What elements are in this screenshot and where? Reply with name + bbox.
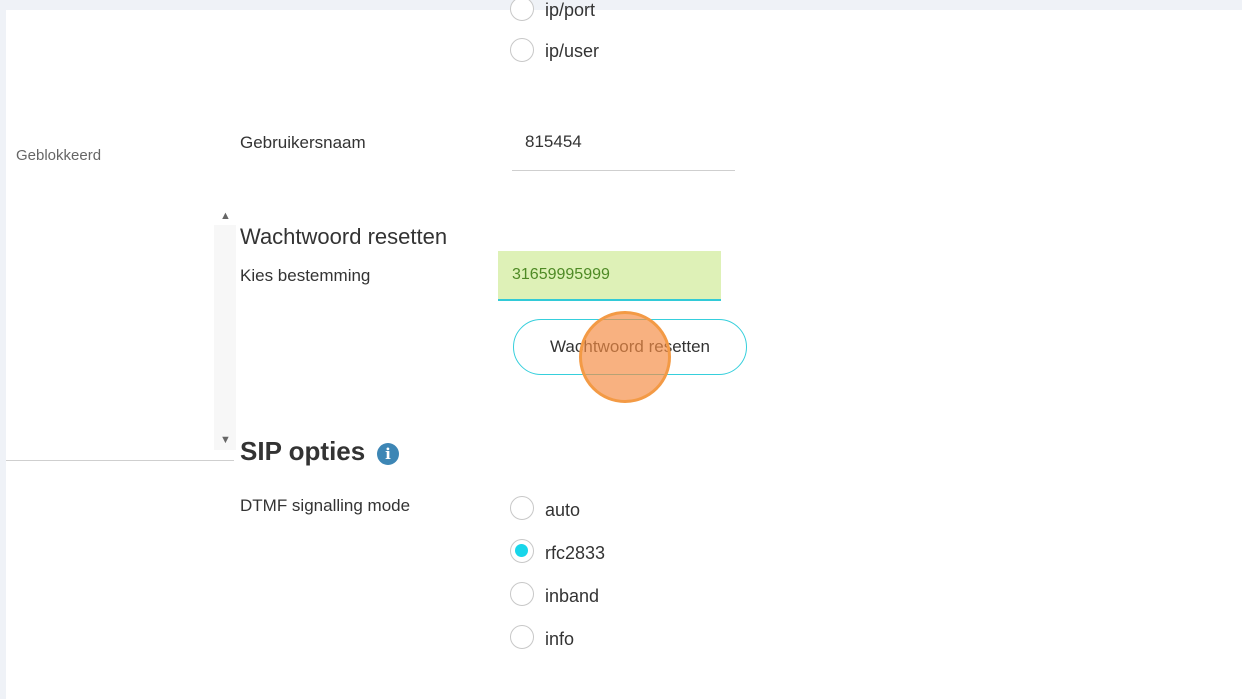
username-underline — [512, 170, 735, 171]
info-icon[interactable]: i — [377, 443, 399, 465]
radio-dtmf-inband-label: inband — [545, 586, 600, 606]
collapse-bar[interactable] — [214, 225, 236, 450]
collapse-up-icon[interactable]: ▲ — [220, 210, 231, 222]
destination-input[interactable] — [498, 251, 721, 301]
radio-dtmf-rfc2833[interactable] — [510, 539, 534, 563]
section-divider — [6, 460, 234, 461]
radio-dtmf-rfc2833-label: rfc2833 — [545, 543, 606, 563]
radio-dtmf-info-label: info — [545, 629, 575, 649]
username-label: Gebruikersnaam — [240, 133, 366, 152]
radio-ip-port[interactable] — [510, 0, 534, 21]
expand-down-icon[interactable]: ▼ — [220, 434, 231, 446]
radio-dtmf-auto[interactable] — [510, 496, 534, 520]
radio-ip-user-label: ip/user — [545, 41, 600, 61]
password-reset-title: Wachtwoord resetten — [240, 224, 448, 249]
status-label: Geblokkeerd — [16, 147, 102, 164]
radio-dtmf-auto-label: auto — [545, 500, 581, 520]
username-value: 815454 — [525, 132, 582, 151]
radio-ip-user[interactable] — [510, 38, 534, 62]
left-band — [0, 0, 6, 699]
sip-options-title: SIP opties — [240, 436, 366, 466]
dtmf-label: DTMF signalling mode — [240, 496, 411, 515]
radio-dtmf-inband[interactable] — [510, 582, 534, 606]
destination-label: Kies bestemming — [240, 266, 371, 285]
reset-password-button[interactable]: Wachtwoord resetten — [513, 319, 747, 375]
radio-dtmf-info[interactable] — [510, 625, 534, 649]
radio-ip-port-label: ip/port — [545, 0, 596, 20]
top-band — [0, 0, 1242, 10]
